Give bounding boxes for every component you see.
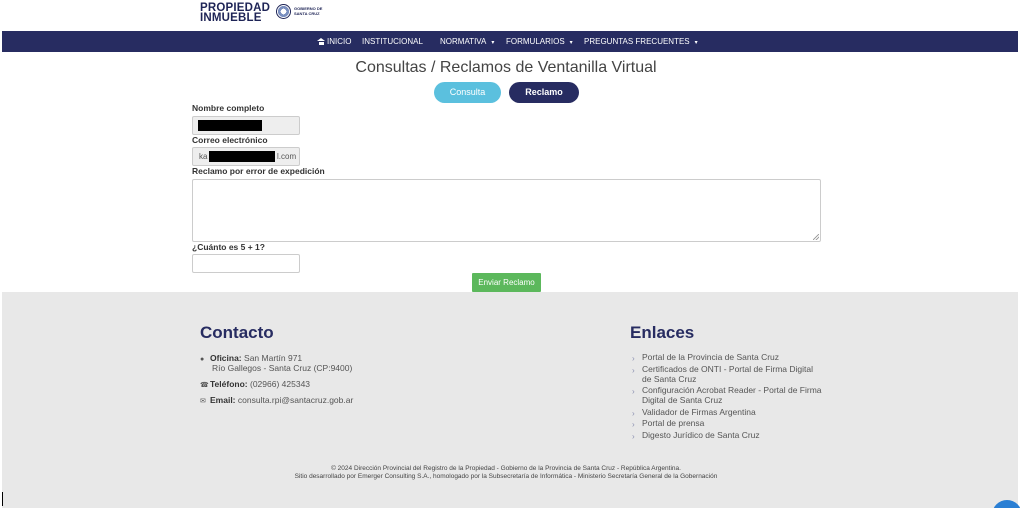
- contact-phone: ☎Teléfono: (02966) 425343: [200, 379, 310, 391]
- government-logo-text: GOBIERNO DE SANTA CRUZ: [294, 6, 322, 16]
- link-text: Portal de prensa: [642, 418, 705, 428]
- gov-line2: SANTA CRUZ: [294, 10, 320, 16]
- email-contact-label: Email:: [210, 395, 236, 405]
- links-heading: Enlaces: [630, 323, 695, 342]
- chevron-right-icon: ›: [632, 387, 635, 396]
- link-text: Portal de la Provincia de Santa Cruz: [642, 352, 780, 362]
- name-label: Nombre completo: [192, 103, 265, 113]
- tab-consulta[interactable]: Consulta: [434, 82, 501, 103]
- home-icon: [317, 38, 325, 45]
- email-field[interactable]: ka l.com: [192, 147, 300, 166]
- chevron-right-icon: ›: [632, 432, 635, 441]
- nav-item-institucional[interactable]: INSTITUCIONAL: [362, 31, 423, 52]
- reclamo-label: Reclamo por error de expedición: [192, 166, 325, 176]
- nav-item-normativa[interactable]: NORMATIVA ▾: [440, 31, 494, 52]
- office-value: San Martín 971: [244, 353, 303, 363]
- link-text-line1: Certificados de ONTI - Portal de Firma D…: [642, 364, 813, 374]
- chevron-right-icon: ›: [632, 409, 635, 418]
- link-item[interactable]: › Certificados de ONTI - Portal de Firma…: [632, 364, 832, 385]
- captcha-label: ¿Cuánto es 5 + 1?: [192, 242, 265, 252]
- contact-email: ✉ Email: consulta.rpi@santacruz.gob.ar: [200, 395, 353, 407]
- nav-label-normativa: NORMATIVA: [440, 37, 487, 46]
- chevron-right-icon: ›: [632, 420, 635, 429]
- office-label: Oficina:: [210, 353, 242, 363]
- nav-item-preguntas-frecuentes[interactable]: PREGUNTAS FRECUENTES ▾: [584, 31, 698, 52]
- name-field[interactable]: [192, 116, 300, 135]
- email-prefix: ka: [199, 152, 208, 161]
- link-item[interactable]: › Configuración Acrobat Reader - Portal …: [632, 385, 832, 406]
- chevron-right-icon: ›: [632, 366, 635, 375]
- chevron-down-icon: ▾: [491, 40, 495, 46]
- nav-label-inicio: INICIO: [327, 37, 352, 46]
- link-text: Validador de Firmas Argentina: [642, 407, 756, 417]
- map-marker-icon: ●: [200, 356, 205, 363]
- chevron-down-icon: ▾: [694, 40, 698, 46]
- link-text: Certificados de ONTI - Portal de Firma D…: [642, 364, 832, 384]
- page: PROPIEDAD INMUEBLE GOBIERNO DE SANTA CRU…: [0, 0, 1020, 508]
- captcha-input[interactable]: [192, 254, 300, 273]
- site-header: PROPIEDAD INMUEBLE GOBIERNO DE SANTA CRU…: [0, 0, 1020, 31]
- link-text: Digesto Jurídico de Santa Cruz: [642, 430, 760, 440]
- envelope-icon: ✉: [200, 398, 206, 405]
- page-title: Consultas / Reclamos de Ventanilla Virtu…: [355, 59, 657, 76]
- contact-office-line2: Río Gallegos - Santa Cruz (CP:9400): [212, 363, 353, 373]
- phone-label: Teléfono:: [210, 379, 248, 389]
- main-navbar: INICIO INSTITUCIONAL NORMATIVA ▾ FORMULAR…: [2, 31, 1018, 52]
- copyright-line2: Sitio desarrollado por Emerger Consultin…: [294, 473, 718, 480]
- email-suffix: l.com: [277, 152, 297, 161]
- contact-heading: Contacto: [200, 323, 274, 342]
- resize-handle-icon[interactable]: [813, 234, 819, 240]
- nav-label-institucional: INSTITUCIONAL: [362, 37, 423, 46]
- text-cursor: [2, 492, 3, 506]
- nav-label-preguntas: PREGUNTAS FRECUENTES: [584, 37, 690, 46]
- nav-item-formularios[interactable]: FORMULARIOS ▾: [506, 31, 573, 52]
- redaction-bar: [198, 120, 262, 131]
- link-text-line1: Configuración Acrobat Reader - Portal de…: [642, 385, 822, 395]
- tab-reclamo[interactable]: Reclamo: [509, 82, 579, 103]
- link-text-line2: de Santa Cruz: [642, 373, 697, 384]
- redaction-bar: [209, 151, 275, 162]
- link-text: Configuración Acrobat Reader - Portal de…: [642, 385, 832, 405]
- phone-icon: ☎: [200, 382, 209, 389]
- link-text-line2: Digital de Santa Cruz: [642, 394, 723, 405]
- nav-item-inicio[interactable]: INICIO: [317, 31, 351, 52]
- chevron-down-icon: ▾: [569, 40, 573, 46]
- chevron-right-icon: ›: [632, 354, 635, 363]
- copyright-line1: © 2024 Dirección Provincial del Registro…: [331, 465, 681, 472]
- logo-line2: INMUEBLE: [200, 12, 262, 24]
- phone-value: (02966) 425343: [250, 379, 311, 389]
- email-label: Correo electrónico: [192, 135, 268, 145]
- email-contact-value[interactable]: consulta.rpi@santacruz.gob.ar: [238, 395, 353, 405]
- government-seal-icon: [276, 4, 291, 19]
- site-logo[interactable]: PROPIEDAD INMUEBLE: [200, 2, 270, 24]
- reclamo-textarea[interactable]: [192, 179, 821, 242]
- nav-label-formularios: FORMULARIOS: [506, 37, 565, 46]
- submit-reclamo-button[interactable]: Enviar Reclamo: [472, 273, 541, 292]
